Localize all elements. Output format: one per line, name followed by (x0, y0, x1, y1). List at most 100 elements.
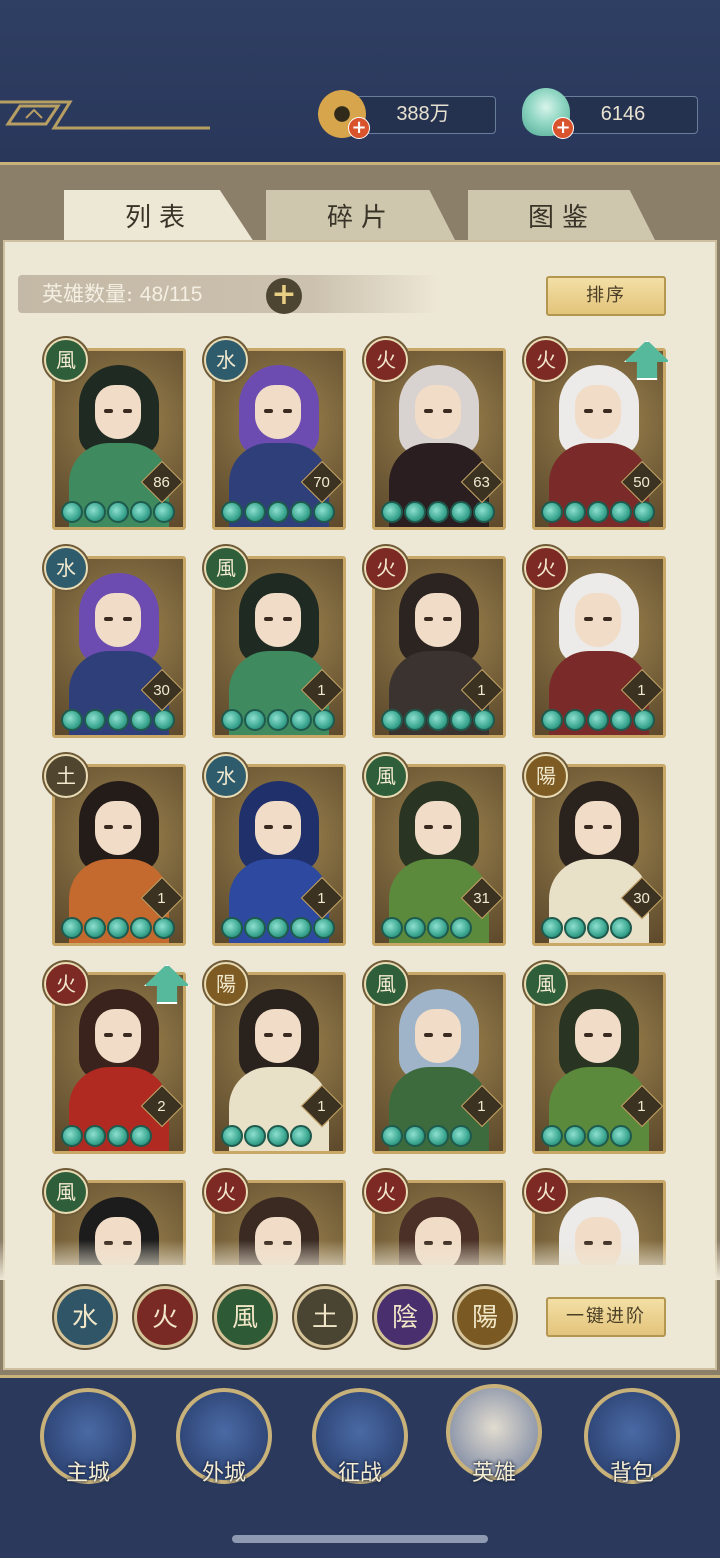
element-badge: 風 (204, 546, 248, 590)
jade-star-icon (427, 1125, 449, 1147)
jade-star-icon (633, 709, 655, 731)
element-filter-button[interactable]: 水 (54, 1286, 116, 1348)
jade-star-icon (244, 709, 266, 731)
element-badge: 風 (524, 962, 568, 1006)
element-badge: 火 (524, 546, 568, 590)
element-badge: 陽 (204, 962, 248, 1006)
hero-level: 1 (637, 1097, 646, 1115)
jade-star-icon (450, 1125, 472, 1147)
jade-star-icon (221, 917, 243, 939)
star-rating (381, 501, 495, 523)
star-rating (381, 1125, 472, 1147)
hero-level: 2 (157, 1097, 166, 1115)
element-badge: 水 (44, 546, 88, 590)
jade-star-icon (267, 1125, 289, 1147)
jade-star-icon (610, 1125, 632, 1147)
jade-star-icon (587, 917, 609, 939)
jade-star-icon (221, 709, 243, 731)
home-indicator (232, 1535, 488, 1543)
jade-star-icon (61, 709, 83, 731)
element-filter-button[interactable]: 土 (294, 1286, 356, 1348)
jade-star-icon (541, 1125, 563, 1147)
jade-star-icon (290, 917, 312, 939)
jade-star-icon (290, 709, 312, 731)
element-filter-button[interactable]: 陰 (374, 1286, 436, 1348)
jade-star-icon (84, 709, 106, 731)
jade-star-icon (587, 501, 609, 523)
jade-star-icon (564, 917, 586, 939)
hero-level: 1 (157, 889, 166, 907)
jade-star-icon (541, 501, 563, 523)
jade-star-icon (130, 917, 152, 939)
jade-star-icon (61, 1125, 83, 1147)
jade-star-icon (107, 709, 129, 731)
jade-star-icon (610, 501, 632, 523)
element-badge: 水 (204, 338, 248, 382)
element-filter-button[interactable]: 陽 (454, 1286, 516, 1348)
jade-star-icon (61, 501, 83, 523)
jade-star-icon (267, 709, 289, 731)
jade-star-icon (290, 1125, 312, 1147)
jade-star-icon (313, 501, 335, 523)
jade-star-icon (473, 501, 495, 523)
element-badge: 火 (44, 962, 88, 1006)
jade-star-icon (267, 501, 289, 523)
jade-star-icon (427, 917, 449, 939)
star-rating (61, 1125, 152, 1147)
element-badge: 土 (44, 754, 88, 798)
jade-star-icon (221, 501, 243, 523)
element-badge: 火 (524, 338, 568, 382)
jade-star-icon (130, 501, 152, 523)
jade-star-icon (633, 501, 655, 523)
jade-star-icon (267, 917, 289, 939)
jade-star-icon (107, 501, 129, 523)
hero-level: 1 (637, 681, 646, 699)
jade-star-icon (153, 501, 175, 523)
jade-star-icon (130, 1125, 152, 1147)
jade-star-icon (450, 709, 472, 731)
jade-star-icon (244, 501, 266, 523)
element-badge: 火 (364, 338, 408, 382)
advance-all-button[interactable]: 一键进阶 (546, 1297, 666, 1337)
jade-star-icon (61, 917, 83, 939)
jade-star-icon (564, 709, 586, 731)
element-filter-button[interactable]: 火 (134, 1286, 196, 1348)
jade-star-icon (381, 709, 403, 731)
jade-star-icon (564, 1125, 586, 1147)
jade-star-icon (473, 709, 495, 731)
hero-level: 31 (472, 889, 490, 907)
element-filter-button[interactable]: 風 (214, 1286, 276, 1348)
hero-level: 50 (632, 473, 650, 491)
jade-star-icon (107, 917, 129, 939)
jade-star-icon (427, 501, 449, 523)
jade-star-icon (427, 709, 449, 731)
jade-star-icon (313, 917, 335, 939)
element-badge: 風 (44, 1170, 88, 1214)
hero-level: 1 (317, 681, 326, 699)
star-rating (61, 709, 175, 731)
jade-star-icon (610, 709, 632, 731)
star-rating (381, 917, 472, 939)
jade-star-icon (244, 1125, 266, 1147)
jade-star-icon (450, 501, 472, 523)
hero-level: 30 (152, 681, 170, 699)
jade-star-icon (404, 501, 426, 523)
element-badge: 火 (524, 1170, 568, 1214)
jade-star-icon (587, 1125, 609, 1147)
jade-star-icon (244, 917, 266, 939)
jade-star-icon (221, 1125, 243, 1147)
nav-label: 外城 (201, 1461, 246, 1486)
star-rating (381, 709, 495, 731)
jade-star-icon (84, 1125, 106, 1147)
nav-label: 征战 (337, 1461, 382, 1486)
jade-star-icon (381, 917, 403, 939)
star-rating (221, 1125, 312, 1147)
star-rating (541, 1125, 632, 1147)
star-rating (221, 501, 335, 523)
hero-level: 1 (317, 1097, 326, 1115)
nav-label: 主城 (65, 1461, 110, 1486)
hero-level: 1 (477, 681, 486, 699)
jade-star-icon (541, 709, 563, 731)
jade-star-icon (130, 709, 152, 731)
star-rating (541, 501, 655, 523)
